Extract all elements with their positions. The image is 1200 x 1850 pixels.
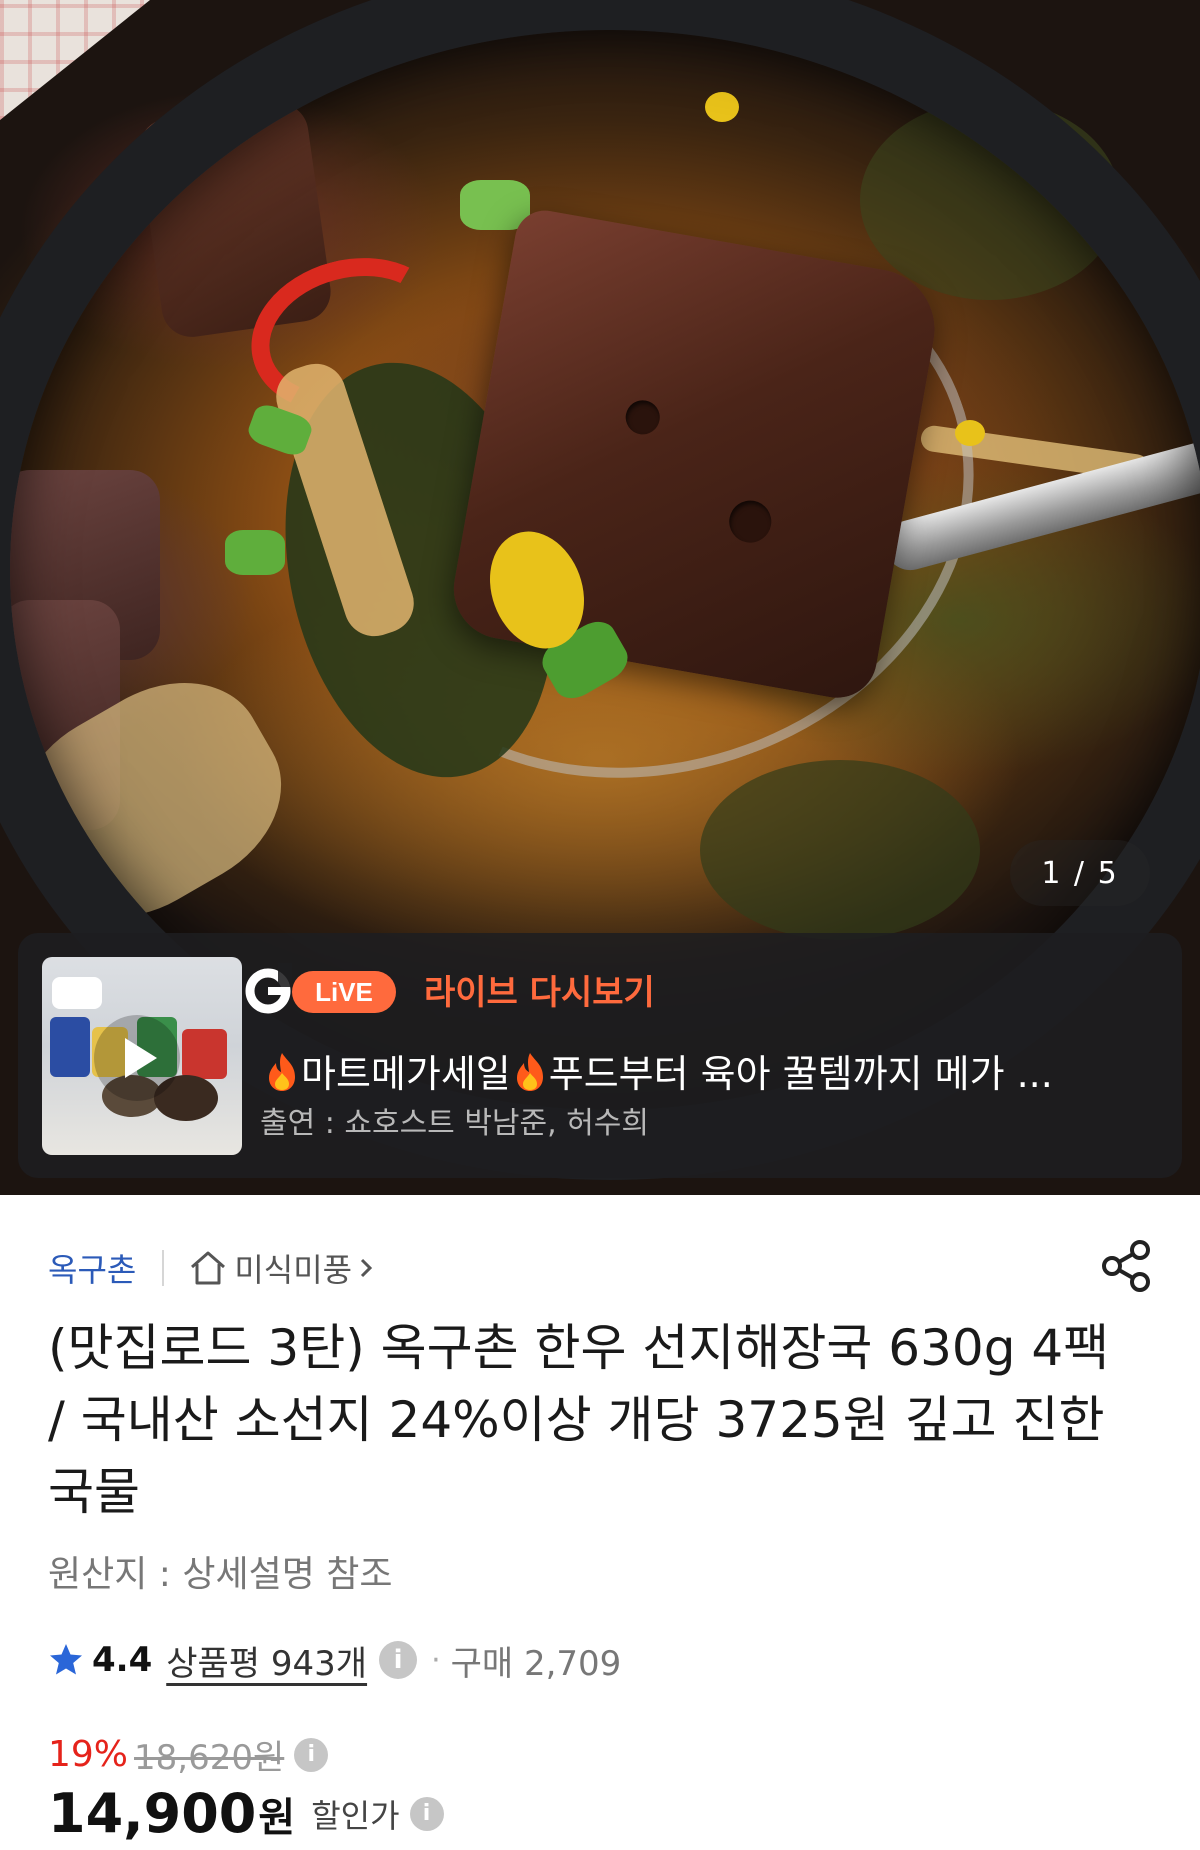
discount-row: 19% 18,620원 i <box>48 1730 329 1779</box>
separator-dot: · <box>431 1642 441 1678</box>
tablecloth-corner <box>0 0 150 120</box>
home-icon <box>191 1251 226 1285</box>
store-row: 옥구촌 미식미풍 <box>48 1243 380 1293</box>
rating-row: 4.4 상품평 943개 i · 구매 2,709 <box>48 1630 621 1690</box>
origin-info: 원산지 : 상세설명 참조 <box>48 1554 393 1595</box>
purchase-count: 구매 2,709 <box>450 1643 622 1684</box>
sale-price-label: 할인가 <box>311 1796 400 1835</box>
divider <box>162 1250 165 1286</box>
live-replay-banner[interactable]: LiVE 라이브 다시보기 마트메가세일 푸드부터 육아 꿀템까지 메가 ...… <box>18 933 1182 1178</box>
sale-price-row: 14,900 원 할인가 i <box>48 1782 444 1845</box>
g-live-logo: LiVE <box>245 963 396 1014</box>
shop-link-label: 미식미풍 <box>234 1251 353 1289</box>
live-thumbnail[interactable] <box>42 957 242 1155</box>
currency-unit: 원 <box>258 1794 296 1841</box>
shop-link[interactable]: 미식미풍 <box>188 1245 380 1291</box>
original-price: 18,620원 <box>134 1738 285 1778</box>
fire-icon <box>269 1053 295 1091</box>
info-icon[interactable]: i <box>379 1641 418 1679</box>
product-image-carousel[interactable]: 1 / 5 LiVE 라이브 다시보기 마트메가세일 푸드부터 육아 꿀템까지 … <box>0 0 1200 1195</box>
info-icon[interactable]: i <box>409 1796 444 1831</box>
sale-price: 14,900 <box>48 1782 257 1845</box>
rating-value: 4.4 <box>92 1640 153 1680</box>
discount-rate: 19% <box>48 1734 129 1775</box>
live-event-title: 마트메가세일 푸드부터 육아 꿀템까지 메가 ... <box>263 1043 1143 1098</box>
product-title: (맛집로드 3탄) 옥구촌 한우 선지해장국 630g 4팩 / 국내산 소선지… <box>48 1319 1110 1521</box>
star-icon <box>50 1644 82 1675</box>
chevron-right-icon <box>361 1258 373 1278</box>
store-name-link[interactable]: 옥구촌 <box>48 1245 136 1291</box>
svg-text:LiVE: LiVE <box>315 977 373 1007</box>
image-counter: 1 / 5 <box>1010 840 1150 906</box>
live-cast: 출연 : 쇼호스트 박남준, 허수희 <box>260 1106 649 1141</box>
play-icon[interactable] <box>94 1015 180 1101</box>
review-count-link[interactable]: 상품평 943개 <box>166 1636 367 1685</box>
live-replay-title: 라이브 다시보기 <box>424 973 655 1013</box>
fire-icon <box>516 1053 543 1091</box>
share-icon[interactable] <box>1098 1238 1154 1294</box>
info-icon[interactable]: i <box>294 1737 329 1772</box>
